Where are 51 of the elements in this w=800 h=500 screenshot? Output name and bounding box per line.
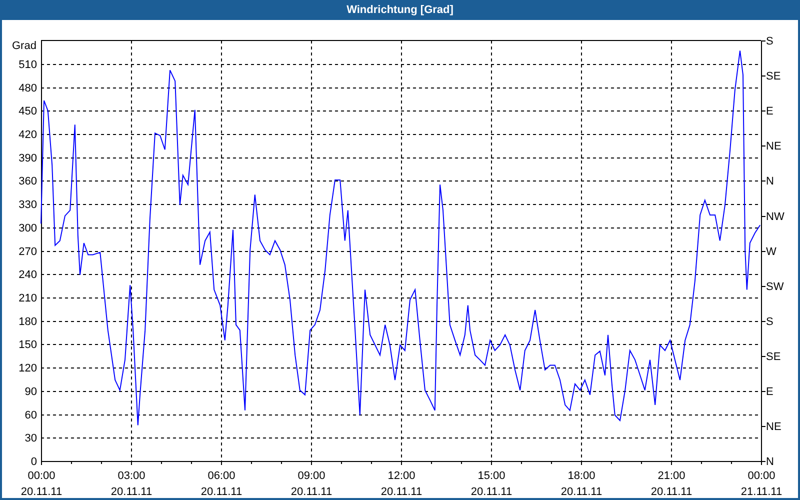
x-tick-label: 00:00 bbox=[28, 470, 56, 482]
direction-label: W bbox=[766, 246, 776, 258]
direction-label: NW bbox=[766, 210, 784, 223]
y-tick-label: 210 bbox=[18, 292, 37, 304]
y-tick-label: 330 bbox=[18, 199, 37, 212]
x-tick-label: 09:00 bbox=[298, 470, 326, 482]
direction-label: NE bbox=[766, 140, 782, 153]
direction-label: E bbox=[766, 386, 774, 398]
y-tick-label: 120 bbox=[18, 362, 37, 375]
x-tick-label: 00:00 bbox=[748, 470, 776, 482]
x-tick-date-label: 20.11.11 bbox=[560, 486, 602, 498]
x-tick-label: 06:00 bbox=[208, 470, 236, 482]
direction-label: SE bbox=[766, 350, 781, 363]
direction-label: S bbox=[766, 36, 774, 48]
y-tick-label: 510 bbox=[18, 58, 37, 71]
window-title: Windrichtung [Grad] bbox=[346, 4, 454, 16]
x-tick-label: 12:00 bbox=[388, 470, 416, 482]
y-tick-label: 450 bbox=[18, 106, 37, 118]
x-tick-date-label: 21.11.11 bbox=[740, 486, 782, 498]
direction-label: N bbox=[766, 176, 774, 188]
y-axis-title: Grad bbox=[12, 40, 36, 52]
y-tick-label: 90 bbox=[24, 386, 37, 398]
x-tick-label: 15:00 bbox=[478, 470, 506, 482]
y-tick-label: 180 bbox=[18, 316, 37, 328]
y-tick-label: 300 bbox=[18, 222, 37, 234]
y-tick-label: 360 bbox=[18, 176, 37, 188]
x-tick-date-label: 20.11.11 bbox=[470, 486, 512, 498]
y-tick-label: 420 bbox=[18, 129, 37, 142]
x-tick-label: 18:00 bbox=[568, 470, 596, 482]
x-tick-label: 03:00 bbox=[118, 470, 146, 482]
x-tick-date-label: 20.11.11 bbox=[650, 486, 692, 498]
y-tick-label: 60 bbox=[24, 409, 37, 422]
x-tick-date-label: 20.11.11 bbox=[290, 486, 332, 498]
direction-label: NE bbox=[766, 420, 782, 433]
direction-label: SW bbox=[766, 280, 784, 293]
y-tick-label: 480 bbox=[18, 82, 37, 94]
direction-label: SE bbox=[766, 70, 781, 83]
y-tick-label: 30 bbox=[24, 432, 37, 445]
y-tick-label: 240 bbox=[18, 269, 37, 282]
y-tick-label: 150 bbox=[18, 339, 37, 352]
direction-label: N bbox=[766, 456, 774, 468]
x-tick-date-label: 20.11.11 bbox=[200, 486, 242, 498]
x-tick-label: 21:00 bbox=[658, 470, 686, 482]
direction-label: E bbox=[766, 106, 774, 118]
y-tick-label: 390 bbox=[18, 152, 37, 164]
x-tick-date-label: 20.11.11 bbox=[380, 486, 422, 498]
x-tick-date-label: 20.11.11 bbox=[20, 486, 62, 498]
x-tick-date-label: 20.11.11 bbox=[110, 486, 152, 498]
y-tick-label: 0 bbox=[30, 456, 37, 468]
y-tick-label: 270 bbox=[18, 246, 37, 258]
direction-label: S bbox=[766, 316, 774, 328]
